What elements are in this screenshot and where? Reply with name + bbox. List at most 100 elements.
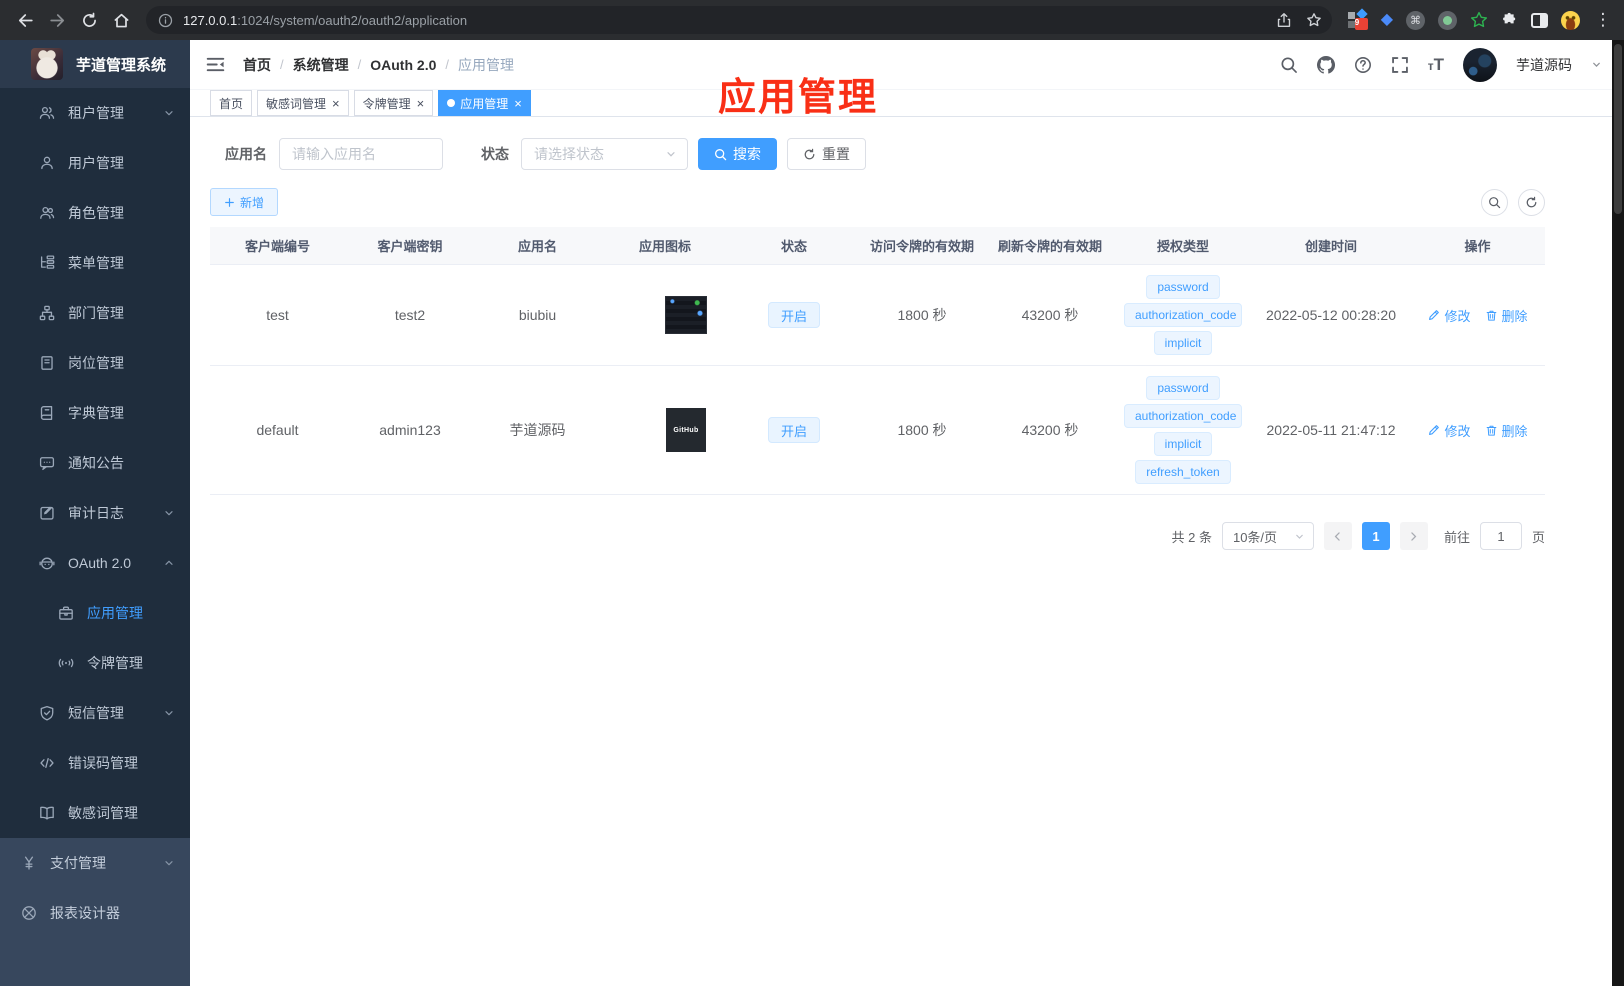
- breadcrumb-item[interactable]: OAuth 2.0: [370, 57, 436, 73]
- tab-sensitive-word[interactable]: 敏感词管理 ×: [257, 90, 349, 116]
- briefcase-icon: [57, 605, 74, 622]
- sidebar-item-error-code[interactable]: 错误码管理: [0, 738, 190, 788]
- cell-grant_types: password authorization_code implicit: [1114, 265, 1252, 365]
- app-logo[interactable]: 芋道管理系统: [0, 40, 190, 88]
- site-info-icon[interactable]: [158, 13, 173, 28]
- browser-scrollbar[interactable]: [1612, 40, 1624, 986]
- page-number-1[interactable]: 1: [1361, 522, 1390, 550]
- post-icon: [38, 355, 55, 372]
- browser-forward-icon[interactable]: [42, 5, 72, 35]
- sidebar-item-tenant[interactable]: 租户管理: [0, 88, 190, 138]
- cell-access_validity: 1800 秒: [897, 422, 947, 438]
- extension-gem-icon[interactable]: ◆: [1381, 12, 1393, 28]
- cell-client_id: test: [266, 307, 289, 323]
- page-size-select[interactable]: 10条/页: [1221, 522, 1314, 550]
- book-open-icon: [38, 805, 55, 822]
- code-icon: [38, 755, 55, 772]
- github-icon[interactable]: [1316, 55, 1335, 74]
- user-avatar[interactable]: [1463, 47, 1497, 82]
- cell-status: 开启: [730, 265, 858, 365]
- sidebar-item-menu[interactable]: 菜单管理: [0, 238, 190, 288]
- font-size-icon[interactable]: тT: [1428, 55, 1444, 75]
- username[interactable]: 芋道源码: [1516, 55, 1572, 75]
- sidebar-item-notice[interactable]: 通知公告: [0, 438, 190, 488]
- tab-token[interactable]: 令牌管理 ×: [353, 90, 434, 116]
- chevron-down-icon[interactable]: [1591, 59, 1602, 70]
- fullscreen-icon[interactable]: [1391, 56, 1409, 74]
- edit-button[interactable]: 修改: [1427, 421, 1471, 440]
- prev-page-button[interactable]: [1323, 522, 1352, 550]
- sidebar-item-audit-log[interactable]: 审计日志: [0, 488, 190, 538]
- app-name-input[interactable]: [279, 138, 443, 170]
- side-panel-icon[interactable]: [1531, 12, 1548, 28]
- sidebar-item-post[interactable]: 岗位管理: [0, 338, 190, 388]
- row-actions: 修改 删除: [1427, 421, 1528, 440]
- goto-page-input[interactable]: [1479, 522, 1522, 550]
- sidebar-item-label: OAuth 2.0: [68, 555, 132, 571]
- next-page-button[interactable]: [1399, 522, 1428, 550]
- menu-tree-icon: [38, 255, 55, 272]
- shield-icon: [38, 705, 55, 722]
- plus-icon: [225, 197, 234, 207]
- sidebar-item-sms[interactable]: 短信管理: [0, 688, 190, 738]
- grant-type-tag: implicit: [1153, 331, 1213, 355]
- extensions-puzzle-icon[interactable]: [1501, 12, 1518, 29]
- cell-client_secret: test2: [394, 307, 426, 323]
- extension-record-icon[interactable]: [1438, 10, 1457, 30]
- sidebar-item-user[interactable]: 用户管理: [0, 138, 190, 188]
- sidebar-item-oauth2-token[interactable]: 令牌管理: [0, 638, 190, 688]
- extension-grid-icon[interactable]: 9: [1347, 8, 1368, 30]
- bookmark-star-icon[interactable]: [1306, 12, 1322, 28]
- delete-label: 删除: [1501, 308, 1528, 324]
- delete-button[interactable]: 删除: [1485, 306, 1528, 325]
- column-header-client_secret: 客户端密钥: [377, 239, 443, 254]
- help-icon[interactable]: [1354, 56, 1372, 74]
- browser-address-bar[interactable]: 127.0.0.1:1024/system/oauth2/oauth2/appl…: [146, 6, 1332, 34]
- cell-grant_types: password authorization_code implicit refres…: [1114, 366, 1252, 494]
- edit-button[interactable]: 修改: [1427, 306, 1471, 325]
- extension-star-icon[interactable]: [1470, 11, 1488, 29]
- sidebar-item-dept[interactable]: 部门管理: [0, 288, 190, 338]
- status-select[interactable]: 请选择状态: [521, 138, 688, 170]
- collapse-sidebar-icon[interactable]: [205, 54, 226, 75]
- browser-menu-icon[interactable]: ⋮: [1592, 10, 1614, 30]
- notice-icon: [38, 455, 55, 472]
- sidebar-item-dict[interactable]: 字典管理: [0, 388, 190, 438]
- sidebar-item-role[interactable]: 角色管理: [0, 188, 190, 238]
- close-icon[interactable]: ×: [417, 97, 425, 110]
- sidebar-item-oauth2[interactable]: OAuth 2.0: [0, 538, 190, 588]
- navbar: 首页 / 系统管理 / OAuth 2.0 / 应用管理 тT 芋道源码: [190, 40, 1624, 90]
- close-icon[interactable]: ×: [514, 97, 522, 110]
- close-icon[interactable]: ×: [332, 97, 340, 110]
- tab-application[interactable]: 应用管理 ×: [438, 90, 531, 116]
- share-icon[interactable]: [1276, 12, 1292, 28]
- grant-type-tag: implicit: [1153, 432, 1213, 456]
- browser-home-icon[interactable]: [106, 5, 136, 35]
- cell-app_icon: GitHub: [600, 366, 730, 494]
- add-button[interactable]: 新增: [210, 188, 279, 216]
- cell-refresh_validity: 43200 秒: [1021, 422, 1079, 438]
- sidebar-item-label: 审计日志: [68, 505, 124, 521]
- browser-reload-icon[interactable]: [74, 5, 104, 35]
- toggle-search-button[interactable]: [1481, 188, 1508, 216]
- delete-button[interactable]: 删除: [1485, 421, 1528, 440]
- browser-back-icon[interactable]: [10, 5, 40, 35]
- tab-label: 令牌管理: [362, 96, 411, 111]
- sidebar-item-oauth2-application[interactable]: 应用管理: [0, 588, 190, 638]
- filter-form: 应用名 状态 请选择状态 搜索 重置: [225, 138, 1624, 170]
- breadcrumb-separator: /: [357, 57, 362, 72]
- refresh-table-button[interactable]: [1518, 188, 1545, 216]
- sidebar-item-label: 短信管理: [68, 705, 124, 721]
- extension-command-icon[interactable]: ⌘: [1406, 10, 1425, 30]
- tab-home[interactable]: 首页: [210, 90, 253, 116]
- search-button[interactable]: 搜索: [698, 138, 777, 170]
- sidebar-item-pay[interactable]: 支付管理: [0, 838, 190, 888]
- breadcrumb-item[interactable]: 首页: [243, 55, 271, 75]
- sidebar-item-sensitive-word[interactable]: 敏感词管理: [0, 788, 190, 838]
- column-header-client_id: 客户端编号: [244, 239, 310, 254]
- reset-button[interactable]: 重置: [787, 138, 866, 170]
- profile-avatar-icon[interactable]: [1561, 10, 1580, 30]
- search-icon[interactable]: [1280, 56, 1298, 74]
- breadcrumb-item[interactable]: 系统管理: [293, 55, 349, 75]
- sidebar-item-report-designer[interactable]: 报表设计器: [0, 888, 190, 938]
